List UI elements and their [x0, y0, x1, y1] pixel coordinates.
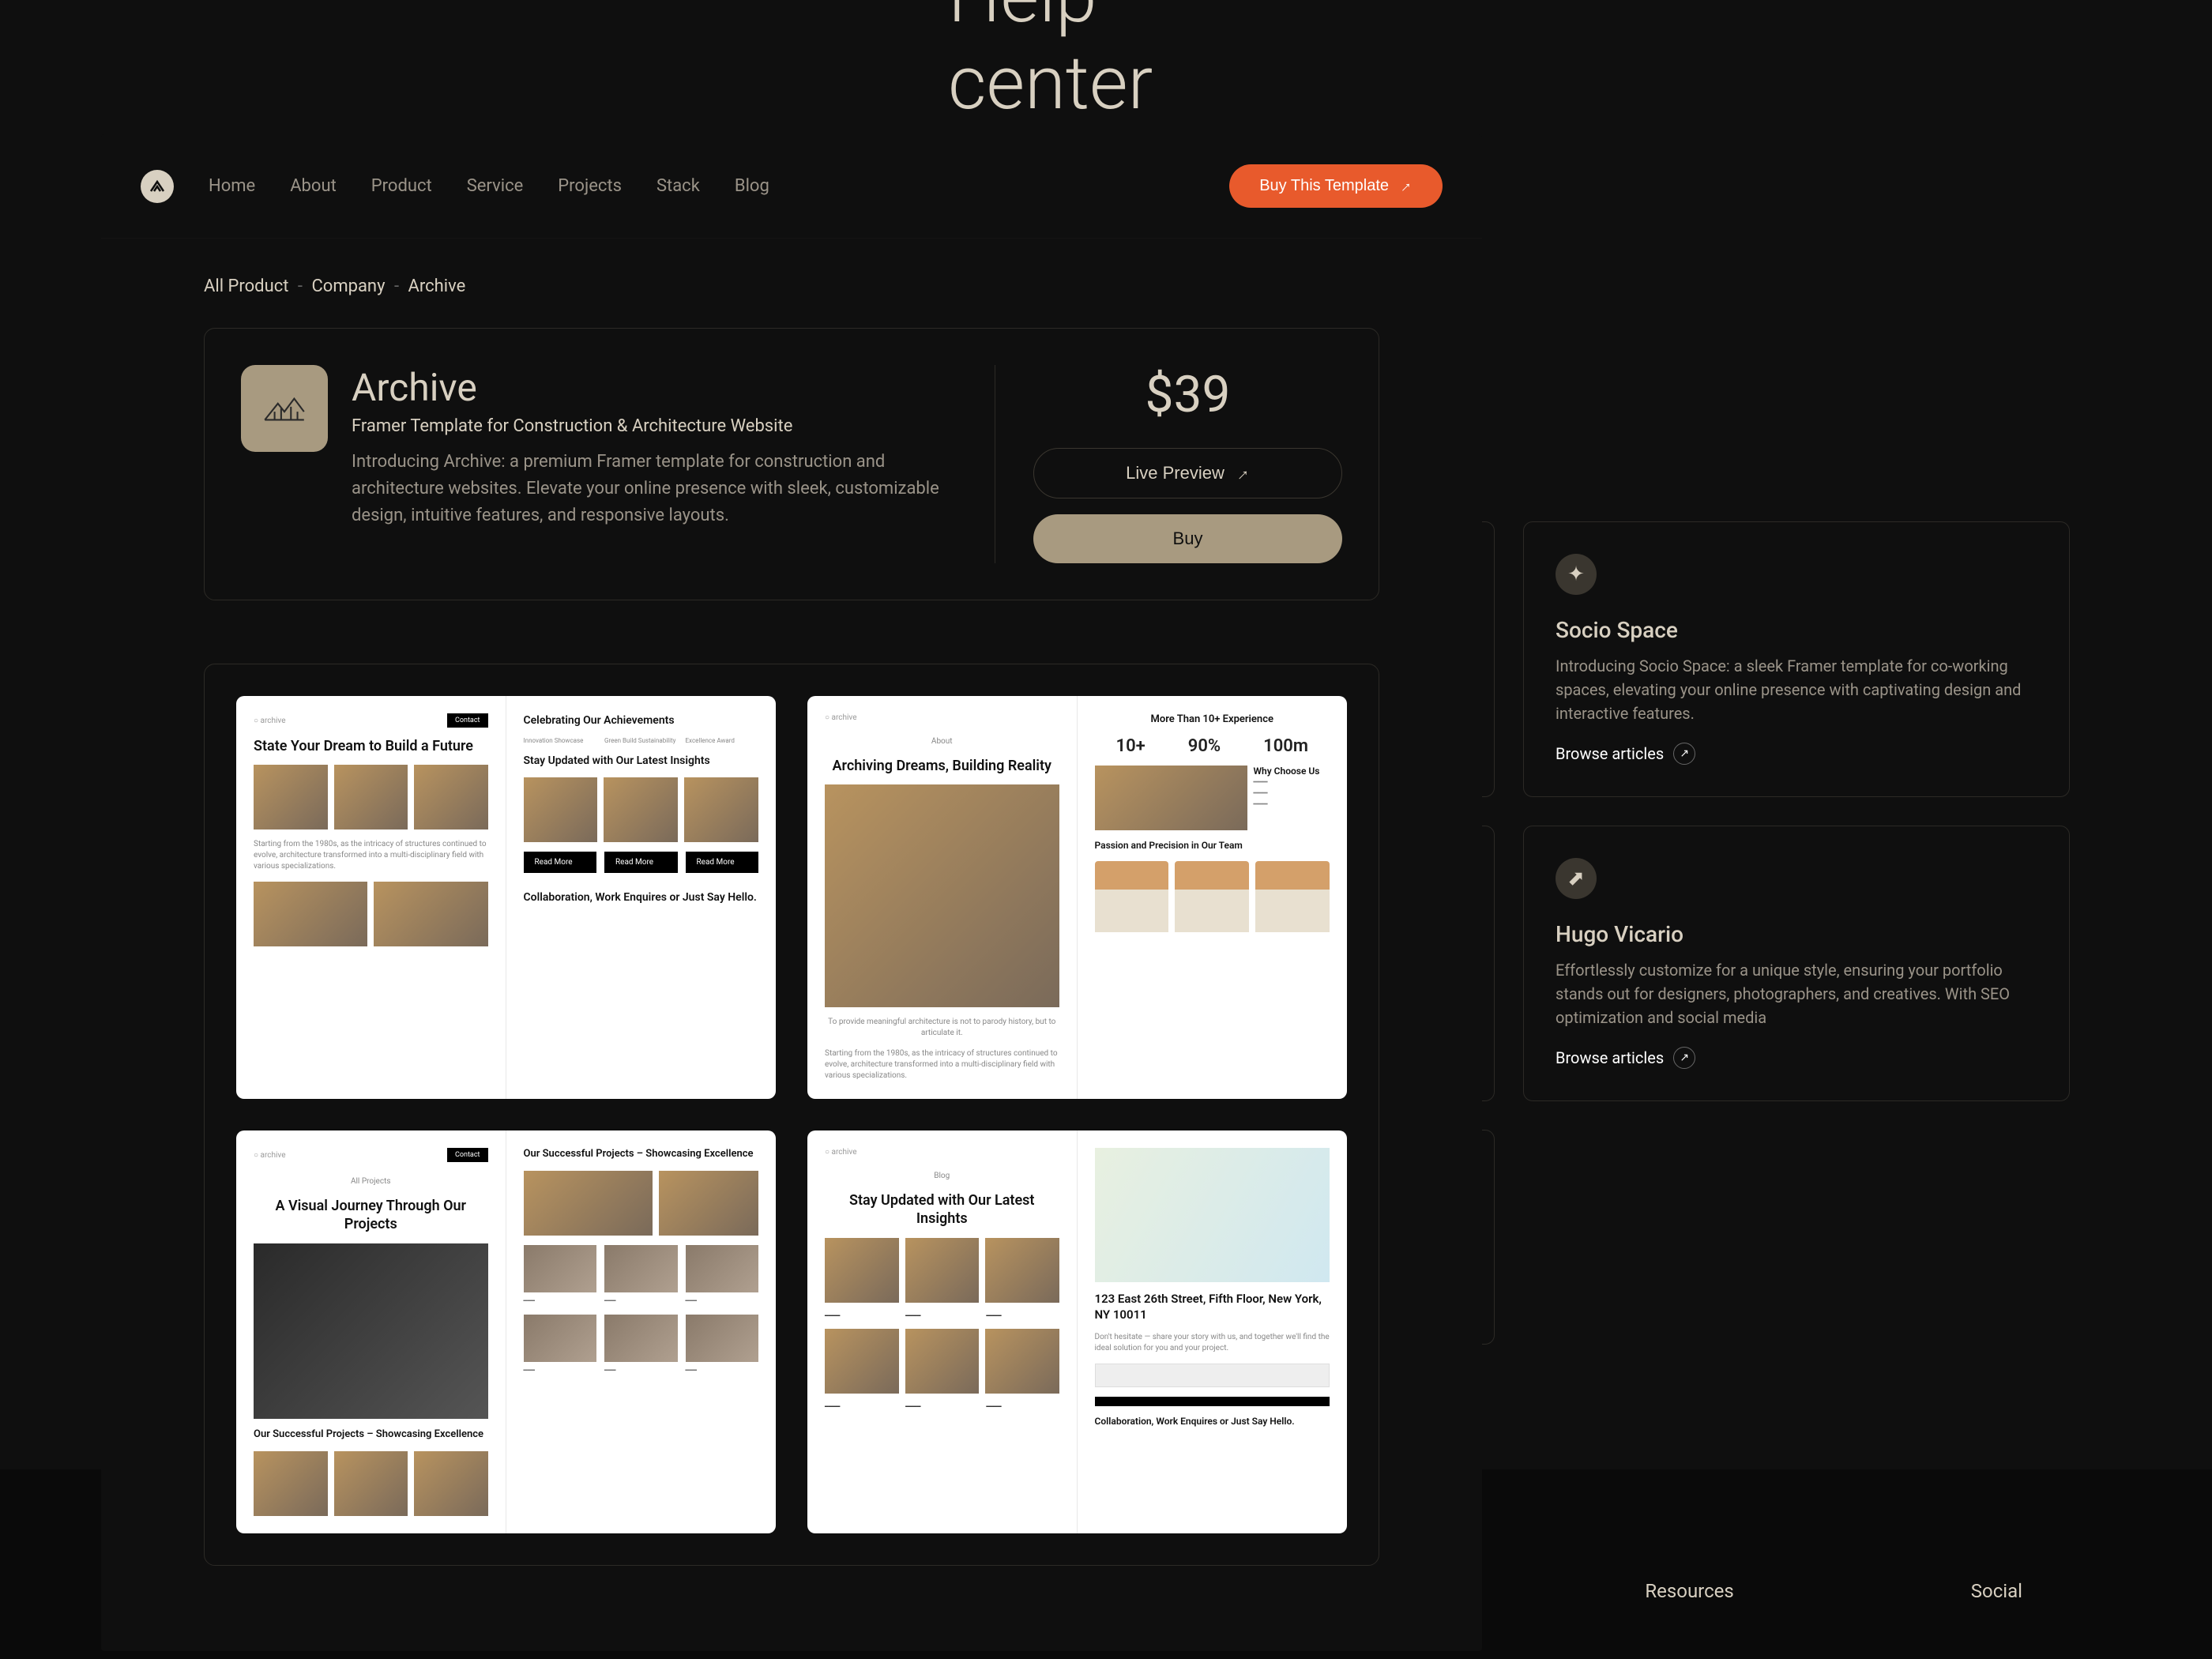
nav-blog[interactable]: Blog [735, 176, 769, 196]
card-desc: Effortlessly customize for a unique styl… [1556, 958, 2037, 1029]
footer-link[interactable]: Social [1971, 1580, 2022, 1659]
logo[interactable] [141, 170, 174, 203]
shot-text: To provide meaningful architecture is no… [825, 1017, 1059, 1039]
nav-home[interactable]: Home [209, 176, 255, 196]
product-page: Home About Product Service Projects Stac… [101, 134, 1482, 1651]
avatar-icon: ✦ [1556, 554, 1597, 595]
breadcrumb: All Product - Company - Archive [101, 239, 1482, 328]
shot-heading: A Visual Journey Through Our Projects [254, 1197, 488, 1234]
nav-projects[interactable]: Projects [558, 176, 622, 196]
nav-about[interactable]: About [290, 176, 337, 196]
footer-link[interactable]: Resources [1645, 1580, 1733, 1659]
screenshot-3: ○ archiveContact All Projects A Visual J… [236, 1130, 776, 1533]
help-title: Help center [948, 0, 1264, 126]
avatar-icon: ⬈ [1556, 858, 1597, 899]
buy-template-button[interactable]: Buy This Template→ [1229, 164, 1443, 208]
help-card[interactable]: ⬈ Hugo Vicario Effortlessly customize fo… [1523, 826, 2070, 1101]
screenshot-4: ○ archive Blog Stay Updated with Our Lat… [807, 1130, 1347, 1533]
shot-heading: State Your Dream to Build a Future [254, 737, 488, 755]
shot-text: Starting from the 1980s, as the intricac… [254, 839, 488, 872]
nav-stack[interactable]: Stack [656, 176, 700, 196]
help-card[interactable]: ✦ Socio Space Introducing Socio Space: a… [1523, 521, 2070, 797]
screenshot-1: ○ archiveContact State Your Dream to Bui… [236, 696, 776, 1099]
shot-heading: More Than 10+ Experience [1095, 713, 1330, 727]
crumb-all[interactable]: All Product [204, 276, 288, 296]
shot-heading: Passion and Precision in Our Team [1095, 840, 1330, 852]
shot-heading: Stay Updated with Our Latest Insights [825, 1191, 1059, 1228]
shot-text: Starting from the 1980s, as the intricac… [825, 1048, 1059, 1082]
crumb-archive: Archive [408, 276, 466, 296]
shot-heading: Collaboration, Work Enquires or Just Say… [524, 890, 759, 905]
logo-icon [148, 177, 167, 196]
shot-heading: Our Successful Projects – Showcasing Exc… [524, 1148, 759, 1161]
shot-heading: Our Successful Projects – Showcasing Exc… [254, 1428, 488, 1442]
screenshot-gallery: ○ archiveContact State Your Dream to Bui… [204, 664, 1379, 1566]
product-description: Introducing Archive: a premium Framer te… [352, 449, 963, 529]
address: 123 East 26th Street, Fifth Floor, New Y… [1095, 1292, 1330, 1322]
map-thumbnail [1095, 1148, 1330, 1282]
crumb-company[interactable]: Company [311, 276, 385, 296]
product-tagline: Framer Template for Construction & Archi… [352, 416, 963, 436]
arrow-icon: → [1228, 460, 1255, 487]
product-hero: Archive Framer Template for Construction… [204, 328, 1379, 600]
card-desc: Introducing Socio Space: a sleek Framer … [1556, 654, 2037, 725]
shot-heading: Collaboration, Work Enquires or Just Say… [1095, 1416, 1330, 1428]
live-preview-button[interactable]: Live Preview→ [1033, 448, 1342, 498]
card-title: Hugo Vicario [1556, 921, 2037, 947]
shot-heading: Stay Updated with Our Latest Insights [524, 754, 759, 768]
product-icon [241, 365, 328, 452]
nav-product[interactable]: Product [371, 176, 432, 196]
screenshot-2: ○ archive About Archiving Dreams, Buildi… [807, 696, 1347, 1099]
arrow-icon: → [1393, 174, 1416, 198]
browse-link[interactable]: Browse articles↗ [1556, 743, 2037, 765]
nav-service[interactable]: Service [467, 176, 524, 196]
card-title: Socio Space [1556, 617, 2037, 643]
browse-link[interactable]: Browse articles↗ [1556, 1047, 2037, 1069]
buy-button[interactable]: Buy [1033, 514, 1342, 563]
top-nav: Home About Product Service Projects Stac… [101, 134, 1482, 239]
product-price: $39 [1146, 365, 1231, 424]
product-title: Archive [352, 365, 963, 410]
shot-heading: Archiving Dreams, Building Reality [825, 757, 1059, 775]
shot-heading: Celebrating Our Achievements [524, 713, 759, 728]
